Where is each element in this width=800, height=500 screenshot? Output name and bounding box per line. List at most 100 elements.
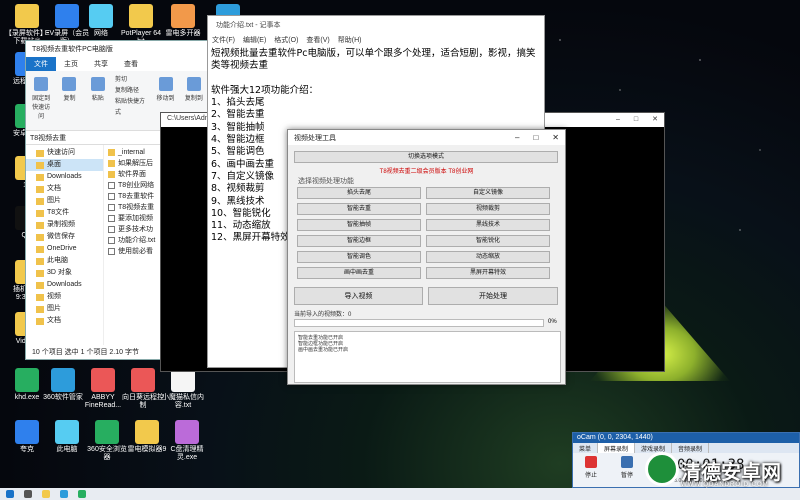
close-icon[interactable]: ✕: [652, 116, 658, 123]
import-video-button[interactable]: 导入视频: [294, 287, 423, 305]
app-icon: [89, 4, 113, 28]
app-icon: [15, 4, 39, 28]
nav-item[interactable]: 视频: [26, 291, 103, 303]
cut-button[interactable]: 剪切: [115, 75, 148, 86]
nav-item-label: 图片: [47, 305, 61, 312]
copy-icon: [62, 77, 77, 91]
nav-item[interactable]: 文档: [26, 183, 103, 195]
feature-button[interactable]: 自定义镜像: [426, 187, 550, 199]
stop-button[interactable]: 停止: [581, 456, 601, 479]
desktop-icon[interactable]: 雷电多开器: [160, 4, 206, 38]
pin-button[interactable]: 固定到快速访问: [30, 75, 52, 126]
feature-button[interactable]: 黑屏开幕特效: [426, 267, 550, 279]
watermark-text: 清德安卓网: [681, 460, 781, 484]
desktop-icon[interactable]: C盘清理精灵.exe: [164, 420, 210, 462]
mode-switch-button[interactable]: 切换选项模式: [294, 151, 558, 163]
folder-icon: [36, 317, 44, 325]
feature-button[interactable]: 智能锐化: [426, 235, 550, 247]
tab-file[interactable]: 文件: [26, 57, 56, 71]
start-icon[interactable]: [6, 490, 14, 498]
document-icon: [108, 226, 115, 233]
progress-percent: 0%: [548, 319, 557, 325]
folder-icon[interactable]: [42, 490, 50, 498]
app-icon: [131, 368, 155, 392]
minimize-icon[interactable]: –: [616, 116, 620, 123]
stop-icon: [585, 456, 597, 468]
folder-icon: [36, 185, 44, 193]
nav-item[interactable]: 图片: [26, 195, 103, 207]
nav-item[interactable]: 快速访问: [26, 147, 103, 159]
folder-icon: [36, 233, 44, 241]
folder-icon: [108, 160, 115, 167]
start-process-button[interactable]: 开始处理: [428, 287, 558, 305]
notepad-menu-item[interactable]: 帮助(H): [338, 35, 362, 44]
feature-button[interactable]: 视频裁剪: [426, 203, 550, 215]
feature-button[interactable]: 黑线技术: [426, 219, 550, 231]
feature-button[interactable]: 掐头去尾: [297, 187, 421, 199]
ocam-tab-screen[interactable]: 屏幕录制: [598, 443, 636, 453]
nav-item-label: Downloads: [47, 173, 82, 180]
file-name: 更多技术功: [118, 226, 153, 233]
nav-item[interactable]: 此电脑: [26, 255, 103, 267]
search-icon[interactable]: [24, 490, 32, 498]
nav-item[interactable]: T8文件: [26, 207, 103, 219]
video-tool-window[interactable]: 视频处理工具 – □ ✕ 切换选项模式 T8视频去重二级会员版本 T8创业网 选择视…: [287, 129, 566, 385]
app-icon: [15, 368, 39, 392]
notepad-menu-item[interactable]: 格式(O): [274, 35, 298, 44]
app-icon[interactable]: [78, 490, 86, 498]
tab-share[interactable]: 共享: [86, 57, 116, 71]
paste-button[interactable]: 粘贴: [87, 75, 109, 126]
nav-item[interactable]: 3D 对象: [26, 267, 103, 279]
notepad-line: 短视频批量去重软件Pc电脑版，可以单个跟多个处理，适合短剧，影视，搞笑类等视频去…: [211, 48, 536, 72]
nav-item-label: OneDrive: [47, 245, 77, 252]
tab-view[interactable]: 查看: [116, 57, 146, 71]
nav-item[interactable]: 文档: [26, 315, 103, 327]
edition-warning: T8视频去重二级会员版本 T8创业网: [379, 169, 474, 175]
feature-button[interactable]: 智能去重: [297, 203, 421, 215]
desktop-icon[interactable]: 小魔猫私信内容.txt: [160, 368, 206, 410]
folder-icon: [108, 149, 115, 156]
feature-button[interactable]: 智能调色: [297, 251, 421, 263]
folder-icon: [36, 293, 44, 301]
feature-button[interactable]: 智能抽帧: [297, 219, 421, 231]
file-name: T8视频去重: [118, 204, 155, 211]
feature-button[interactable]: 画中画去重: [297, 267, 421, 279]
app-icon: [171, 4, 195, 28]
close-icon[interactable]: ✕: [552, 133, 559, 142]
feature-button[interactable]: 动态缩放: [426, 251, 550, 263]
notepad-menu-item[interactable]: 编辑(E): [243, 35, 266, 44]
nav-item-label: 3D 对象: [47, 269, 72, 276]
minimize-icon[interactable]: –: [515, 133, 519, 142]
log-output[interactable]: 智能去重功能已开启 智能边框功能已开启 画中画去重功能已开启: [294, 331, 561, 383]
nav-item[interactable]: 桌面: [26, 159, 103, 171]
maximize-icon[interactable]: □: [533, 133, 538, 142]
nav-item[interactable]: Downloads: [26, 279, 103, 291]
nav-item-label: 此电脑: [47, 257, 68, 264]
copy-path-button[interactable]: 复制路径: [115, 86, 148, 97]
document-icon: [108, 193, 115, 200]
nav-item[interactable]: 录制视频: [26, 219, 103, 231]
maximize-icon[interactable]: □: [634, 116, 638, 123]
file-name: T8创业网络: [118, 182, 155, 189]
feature-button[interactable]: 智能边框: [297, 235, 421, 247]
pause-button[interactable]: 暂停: [617, 456, 637, 479]
tab-home[interactable]: 主页: [56, 57, 86, 71]
nav-item[interactable]: 微信保存: [26, 231, 103, 243]
nav-item-label: Downloads: [47, 281, 82, 288]
nav-item-label: 录制视频: [47, 221, 75, 228]
video-count-label: 当前导入的视频数：0: [294, 312, 352, 318]
notepad-menu-item[interactable]: 查看(V): [306, 35, 329, 44]
tool-title: 视频处理工具: [294, 134, 336, 142]
notepad-menu-item[interactable]: 文件(F): [212, 35, 235, 44]
folder-icon: [36, 305, 44, 313]
nav-item[interactable]: 图片: [26, 303, 103, 315]
browser-icon[interactable]: [60, 490, 68, 498]
nav-item[interactable]: OneDrive: [26, 243, 103, 255]
ocam-tab-menu[interactable]: 菜单: [573, 443, 599, 453]
folder-icon: [36, 269, 44, 277]
paste-shortcut-button[interactable]: 粘贴快捷方式: [115, 97, 148, 119]
nav-item[interactable]: Downloads: [26, 171, 103, 183]
copy-button[interactable]: 复制: [58, 75, 80, 126]
app-icon: [51, 368, 75, 392]
notepad-line: 1、掐头去尾: [211, 97, 265, 109]
